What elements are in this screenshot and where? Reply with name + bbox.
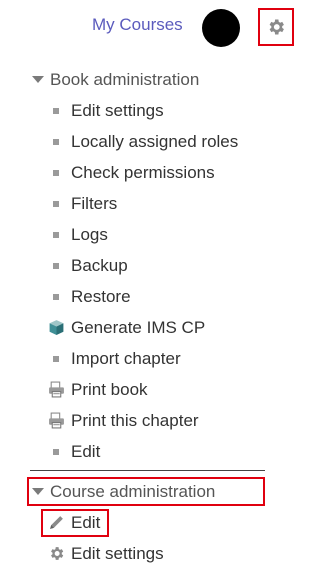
menu-item-label: Logs — [71, 224, 108, 244]
settings-menu-button[interactable] — [258, 8, 294, 46]
printer-icon — [49, 381, 64, 398]
highlight-box — [41, 509, 109, 537]
menu-item-backup[interactable]: Backup — [0, 250, 280, 281]
bullet-icon — [53, 356, 59, 362]
book-admin-section-header[interactable]: Book administration — [0, 64, 280, 95]
menu-item-print-this-chapter[interactable]: Print this chapter — [0, 405, 280, 436]
avatar[interactable] — [202, 9, 240, 47]
menu-item-label: Edit — [71, 441, 101, 461]
course-menu-item-edit-settings[interactable]: Edit settings — [0, 538, 280, 569]
menu-item-logs[interactable]: Logs — [0, 219, 280, 250]
caret-down-icon — [32, 76, 44, 83]
highlight-box — [27, 477, 265, 506]
menu-item-label: Edit settings — [71, 543, 164, 563]
divider — [30, 470, 265, 471]
gear-icon — [269, 19, 284, 35]
menu-item-label: Import chapter — [71, 348, 181, 368]
menu-item-label: Locally assigned roles — [71, 131, 239, 151]
menu-item-restore[interactable]: Restore — [0, 281, 280, 312]
menu-item-locally-assigned-roles[interactable]: Locally assigned roles — [0, 126, 280, 157]
menu-item-label: Filters — [71, 193, 118, 213]
my-courses-link[interactable]: My Courses — [92, 15, 183, 35]
menu-item-edit[interactable]: Edit — [0, 436, 280, 467]
menu-item-label: Backup — [71, 255, 128, 275]
menu-item-print-book[interactable]: Print book — [0, 374, 280, 405]
menu-item-generate-ims-cp[interactable]: Generate IMS CP — [0, 312, 280, 343]
menu-item-check-permissions[interactable]: Check permissions — [0, 157, 280, 188]
printer-icon — [49, 412, 64, 429]
section-title: Book administration — [50, 69, 200, 89]
bullet-icon — [53, 108, 59, 114]
gear-icon — [51, 547, 64, 560]
bullet-icon — [53, 232, 59, 238]
menu-item-label: Print this chapter — [71, 410, 199, 430]
bullet-icon — [53, 263, 59, 269]
bullet-icon — [53, 294, 59, 300]
package-icon — [49, 320, 64, 335]
bullet-icon — [53, 139, 59, 145]
bullet-icon — [53, 170, 59, 176]
menu-item-filters[interactable]: Filters — [0, 188, 280, 219]
menu-item-label: Print book — [71, 379, 148, 399]
menu-item-label: Generate IMS CP — [71, 317, 206, 337]
top-navbar: My Courses — [0, 0, 301, 58]
bullet-icon — [53, 201, 59, 207]
menu-item-label: Edit settings — [71, 100, 164, 120]
menu-item-import-chapter[interactable]: Import chapter — [0, 343, 280, 374]
menu-item-label: Restore — [71, 286, 131, 306]
menu-item-edit-settings[interactable]: Edit settings — [0, 95, 280, 126]
bullet-icon — [53, 449, 59, 455]
menu-item-label: Check permissions — [71, 162, 215, 182]
